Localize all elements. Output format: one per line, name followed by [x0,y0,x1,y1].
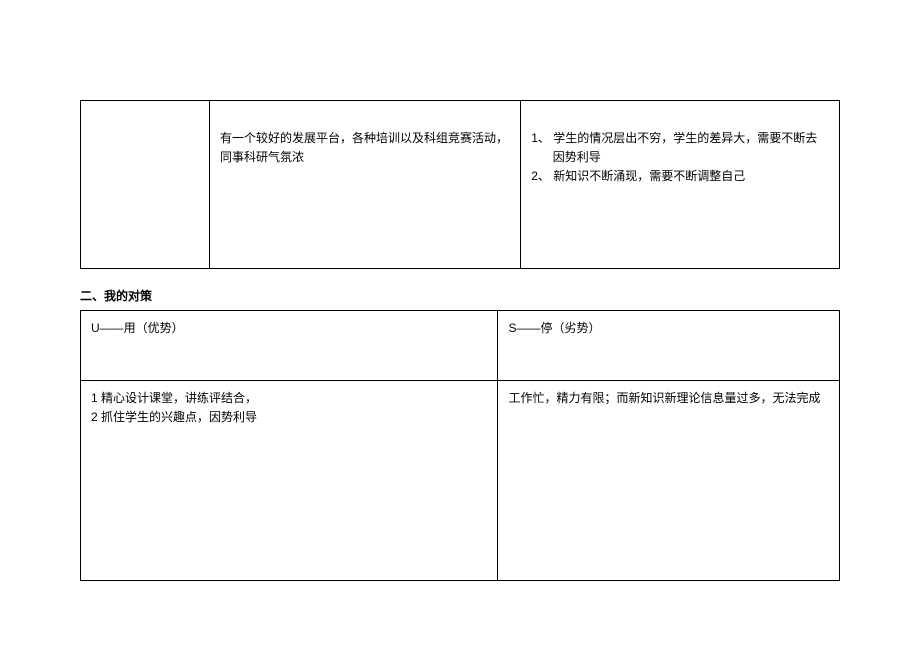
use-strength-line2: 2 抓住学生的兴趣点，因势利导 [91,408,487,427]
strategy-header-row: U——用（优势） S——停（劣势） [81,311,840,381]
opportunity-text: 有一个较好的发展平台，各种培训以及科组竞赛活动，同事科研气氛浓 [220,131,508,164]
threat-list: 1、 学生的情况层出不穷，学生的差异大，需要不断去因势利导 2、 新知识不断涌现… [531,129,829,187]
strategy-body-row: 1 精心设计课堂，讲练评结合， 2 抓住学生的兴趣点，因势利导 工作忙，精力有限… [81,381,840,581]
threat-item-2: 2、 新知识不断涌现，需要不断调整自己 [531,167,829,186]
swot-opportunity-threat-table: 有一个较好的发展平台，各种培训以及科组竞赛活动，同事科研气氛浓 1、 学生的情况… [80,100,840,269]
opportunity-content-cell: 有一个较好的发展平台，各种培训以及科组竞赛活动，同事科研气氛浓 [210,101,521,269]
stop-weakness-text: 工作忙，精力有限；而新知识新理论信息量过多，无法完成 [508,391,820,405]
section-2-heading: 二、我的对策 [80,287,840,304]
threat-item-1: 1、 学生的情况层出不穷，学生的差异大，需要不断去因势利导 [531,129,829,167]
opportunity-label-cell [81,101,210,269]
use-strength-body: 1 精心设计课堂，讲练评结合， 2 抓住学生的兴趣点，因势利导 [81,381,498,581]
use-strength-header: U——用（优势） [81,311,498,381]
stop-weakness-body: 工作忙，精力有限；而新知识新理论信息量过多，无法完成 [498,381,840,581]
threat-content-cell: 1、 学生的情况层出不穷，学生的差异大，需要不断去因势利导 2、 新知识不断涌现… [521,101,840,269]
strategy-table: U——用（优势） S——停（劣势） 1 精心设计课堂，讲练评结合， 2 抓住学生… [80,310,840,581]
use-strength-line1: 1 精心设计课堂，讲练评结合， [91,389,487,408]
stop-weakness-header: S——停（劣势） [498,311,840,381]
